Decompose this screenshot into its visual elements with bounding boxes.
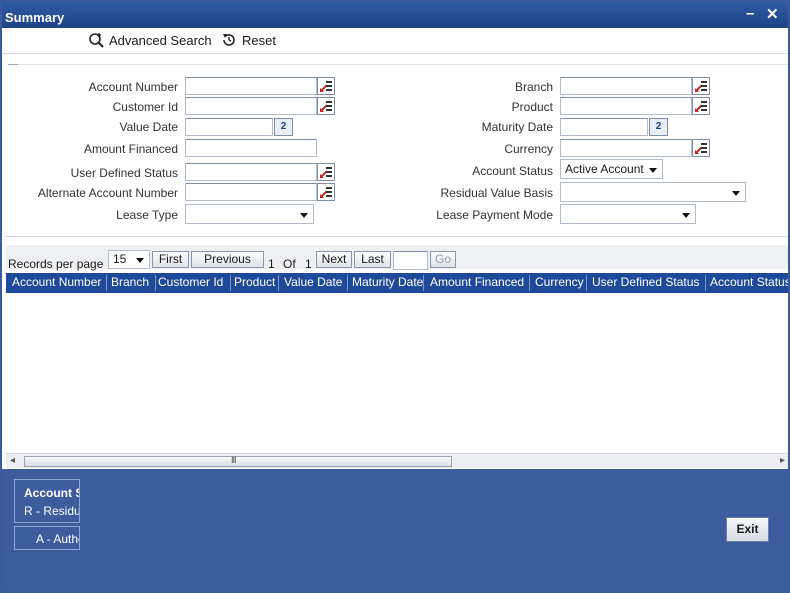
last-page-button[interactable]: Last	[354, 251, 391, 268]
minimize-button[interactable]: –	[746, 5, 754, 22]
records-per-page-label: Records per page	[8, 257, 104, 271]
lease-type-select[interactable]	[185, 204, 314, 224]
col-value-date[interactable]: Value Date	[284, 275, 342, 289]
exit-button[interactable]: Exit	[726, 517, 769, 542]
col-account-status[interactable]: Account Status	[710, 275, 788, 289]
col-account-number[interactable]: Account Number	[12, 275, 101, 289]
reset-button[interactable]: Reset	[221, 32, 276, 48]
advanced-search-label: Advanced Search	[109, 32, 212, 48]
legend-status: A - Autho	[36, 532, 80, 546]
alternate-account-number-lov-button[interactable]	[317, 183, 335, 201]
pager-bar: Records per page 15 First Previous 1 Of …	[6, 245, 788, 271]
col-customer-id[interactable]: Customer Id	[158, 275, 223, 289]
form-divider	[6, 236, 788, 237]
lease-payment-mode-select[interactable]	[560, 204, 696, 224]
footer-panel: Account S R - Residu A - Autho Exit	[2, 469, 788, 591]
value-date-calendar-icon[interactable]: 2	[274, 118, 293, 136]
account-status-label: Account Status	[472, 164, 553, 178]
col-user-defined-status[interactable]: User Defined Status	[592, 275, 699, 289]
product-lov-button[interactable]	[692, 97, 710, 115]
branch-label: Branch	[514, 80, 553, 94]
alternate-account-number-field[interactable]	[185, 183, 317, 201]
title-bar: Summary – ✕	[2, 2, 788, 28]
account-status-legend: Account S R - Residu	[14, 479, 80, 523]
value-date-label: Value Date	[119, 120, 178, 134]
lease-payment-mode-label: Lease Payment Mode	[436, 208, 553, 222]
section-divider	[18, 64, 788, 65]
toolbar: Advanced Search Reset	[2, 28, 788, 54]
scroll-right-icon[interactable]: ▸	[780, 455, 785, 466]
residual-value-basis-label: Residual Value Basis	[440, 186, 553, 200]
user-defined-status-field[interactable]	[185, 163, 317, 181]
customer-id-field[interactable]	[185, 97, 317, 115]
previous-page-button[interactable]: Previous	[191, 251, 264, 268]
scroll-grip: III	[231, 455, 236, 465]
records-per-page-select[interactable]: 15	[108, 250, 150, 269]
chevron-down-icon	[300, 213, 308, 218]
window-title: Summary	[5, 10, 65, 25]
close-button[interactable]: ✕	[766, 5, 779, 23]
legend-title: Account S	[24, 486, 80, 500]
residual-value-basis-select[interactable]	[560, 182, 746, 202]
maturity-date-calendar-icon[interactable]: 2	[649, 118, 668, 136]
product-label: Product	[511, 100, 553, 114]
account-number-label: Account Number	[88, 80, 178, 94]
account-status-select[interactable]: Active Account	[560, 159, 663, 179]
col-amount-financed[interactable]: Amount Financed	[430, 275, 524, 289]
next-page-button[interactable]: Next	[316, 251, 352, 268]
chevron-down-icon	[732, 191, 740, 196]
lease-type-label: Lease Type	[116, 208, 178, 222]
reset-label: Reset	[242, 32, 276, 48]
records-per-page-value: 15	[113, 252, 127, 266]
results-grid-header: Account Number Branch Customer Id Produc…	[6, 273, 788, 293]
reset-icon	[223, 34, 235, 46]
goto-page-input[interactable]	[393, 251, 428, 270]
first-page-button[interactable]: First	[152, 251, 189, 268]
currency-lov-button[interactable]	[692, 139, 710, 157]
col-currency[interactable]: Currency	[535, 275, 584, 289]
scrollbar-thumb[interactable]: III	[24, 455, 452, 467]
currency-label: Currency	[504, 142, 553, 156]
user-defined-status-lov-button[interactable]	[317, 163, 335, 181]
scroll-left-icon[interactable]: ◂	[10, 455, 15, 466]
alternate-account-number-label: Alternate Account Number	[37, 186, 178, 200]
account-number-lov-button[interactable]	[317, 77, 335, 95]
amount-financed-field[interactable]	[185, 139, 317, 157]
go-button[interactable]: Go	[430, 251, 456, 268]
of-label: Of	[283, 257, 296, 271]
authorization-status-legend: A - Autho	[14, 526, 80, 550]
chevron-down-icon	[649, 168, 657, 173]
col-maturity-date[interactable]: Maturity Date	[352, 275, 423, 289]
product-field[interactable]	[560, 97, 692, 115]
advanced-search-icon	[89, 33, 104, 48]
value-date-field[interactable]	[185, 118, 273, 136]
current-page: 1	[268, 257, 275, 271]
branch-field[interactable]	[560, 77, 692, 95]
maturity-date-label: Maturity Date	[481, 120, 553, 134]
total-pages: 1	[305, 257, 312, 271]
customer-id-label: Customer Id	[112, 100, 178, 114]
customer-id-lov-button[interactable]	[317, 97, 335, 115]
chevron-down-icon	[682, 213, 690, 218]
currency-field[interactable]	[560, 139, 692, 157]
legend-line: R - Residu	[24, 504, 80, 518]
horizontal-scrollbar[interactable]: ◂ III ▸	[6, 453, 788, 468]
summary-window: Summary – ✕ Advanced Search Reset Accoun…	[0, 0, 790, 593]
account-status-value: Active Account	[565, 162, 644, 176]
col-branch[interactable]: Branch	[111, 275, 149, 289]
chevron-down-icon	[136, 258, 144, 263]
account-number-field[interactable]	[185, 77, 317, 95]
col-product[interactable]: Product	[234, 275, 275, 289]
amount-financed-label: Amount Financed	[83, 142, 178, 156]
advanced-search-button[interactable]: Advanced Search	[88, 32, 212, 48]
section-tick	[8, 64, 18, 65]
branch-lov-button[interactable]	[692, 77, 710, 95]
user-defined-status-label: User Defined Status	[70, 166, 178, 180]
maturity-date-field[interactable]	[560, 118, 648, 136]
